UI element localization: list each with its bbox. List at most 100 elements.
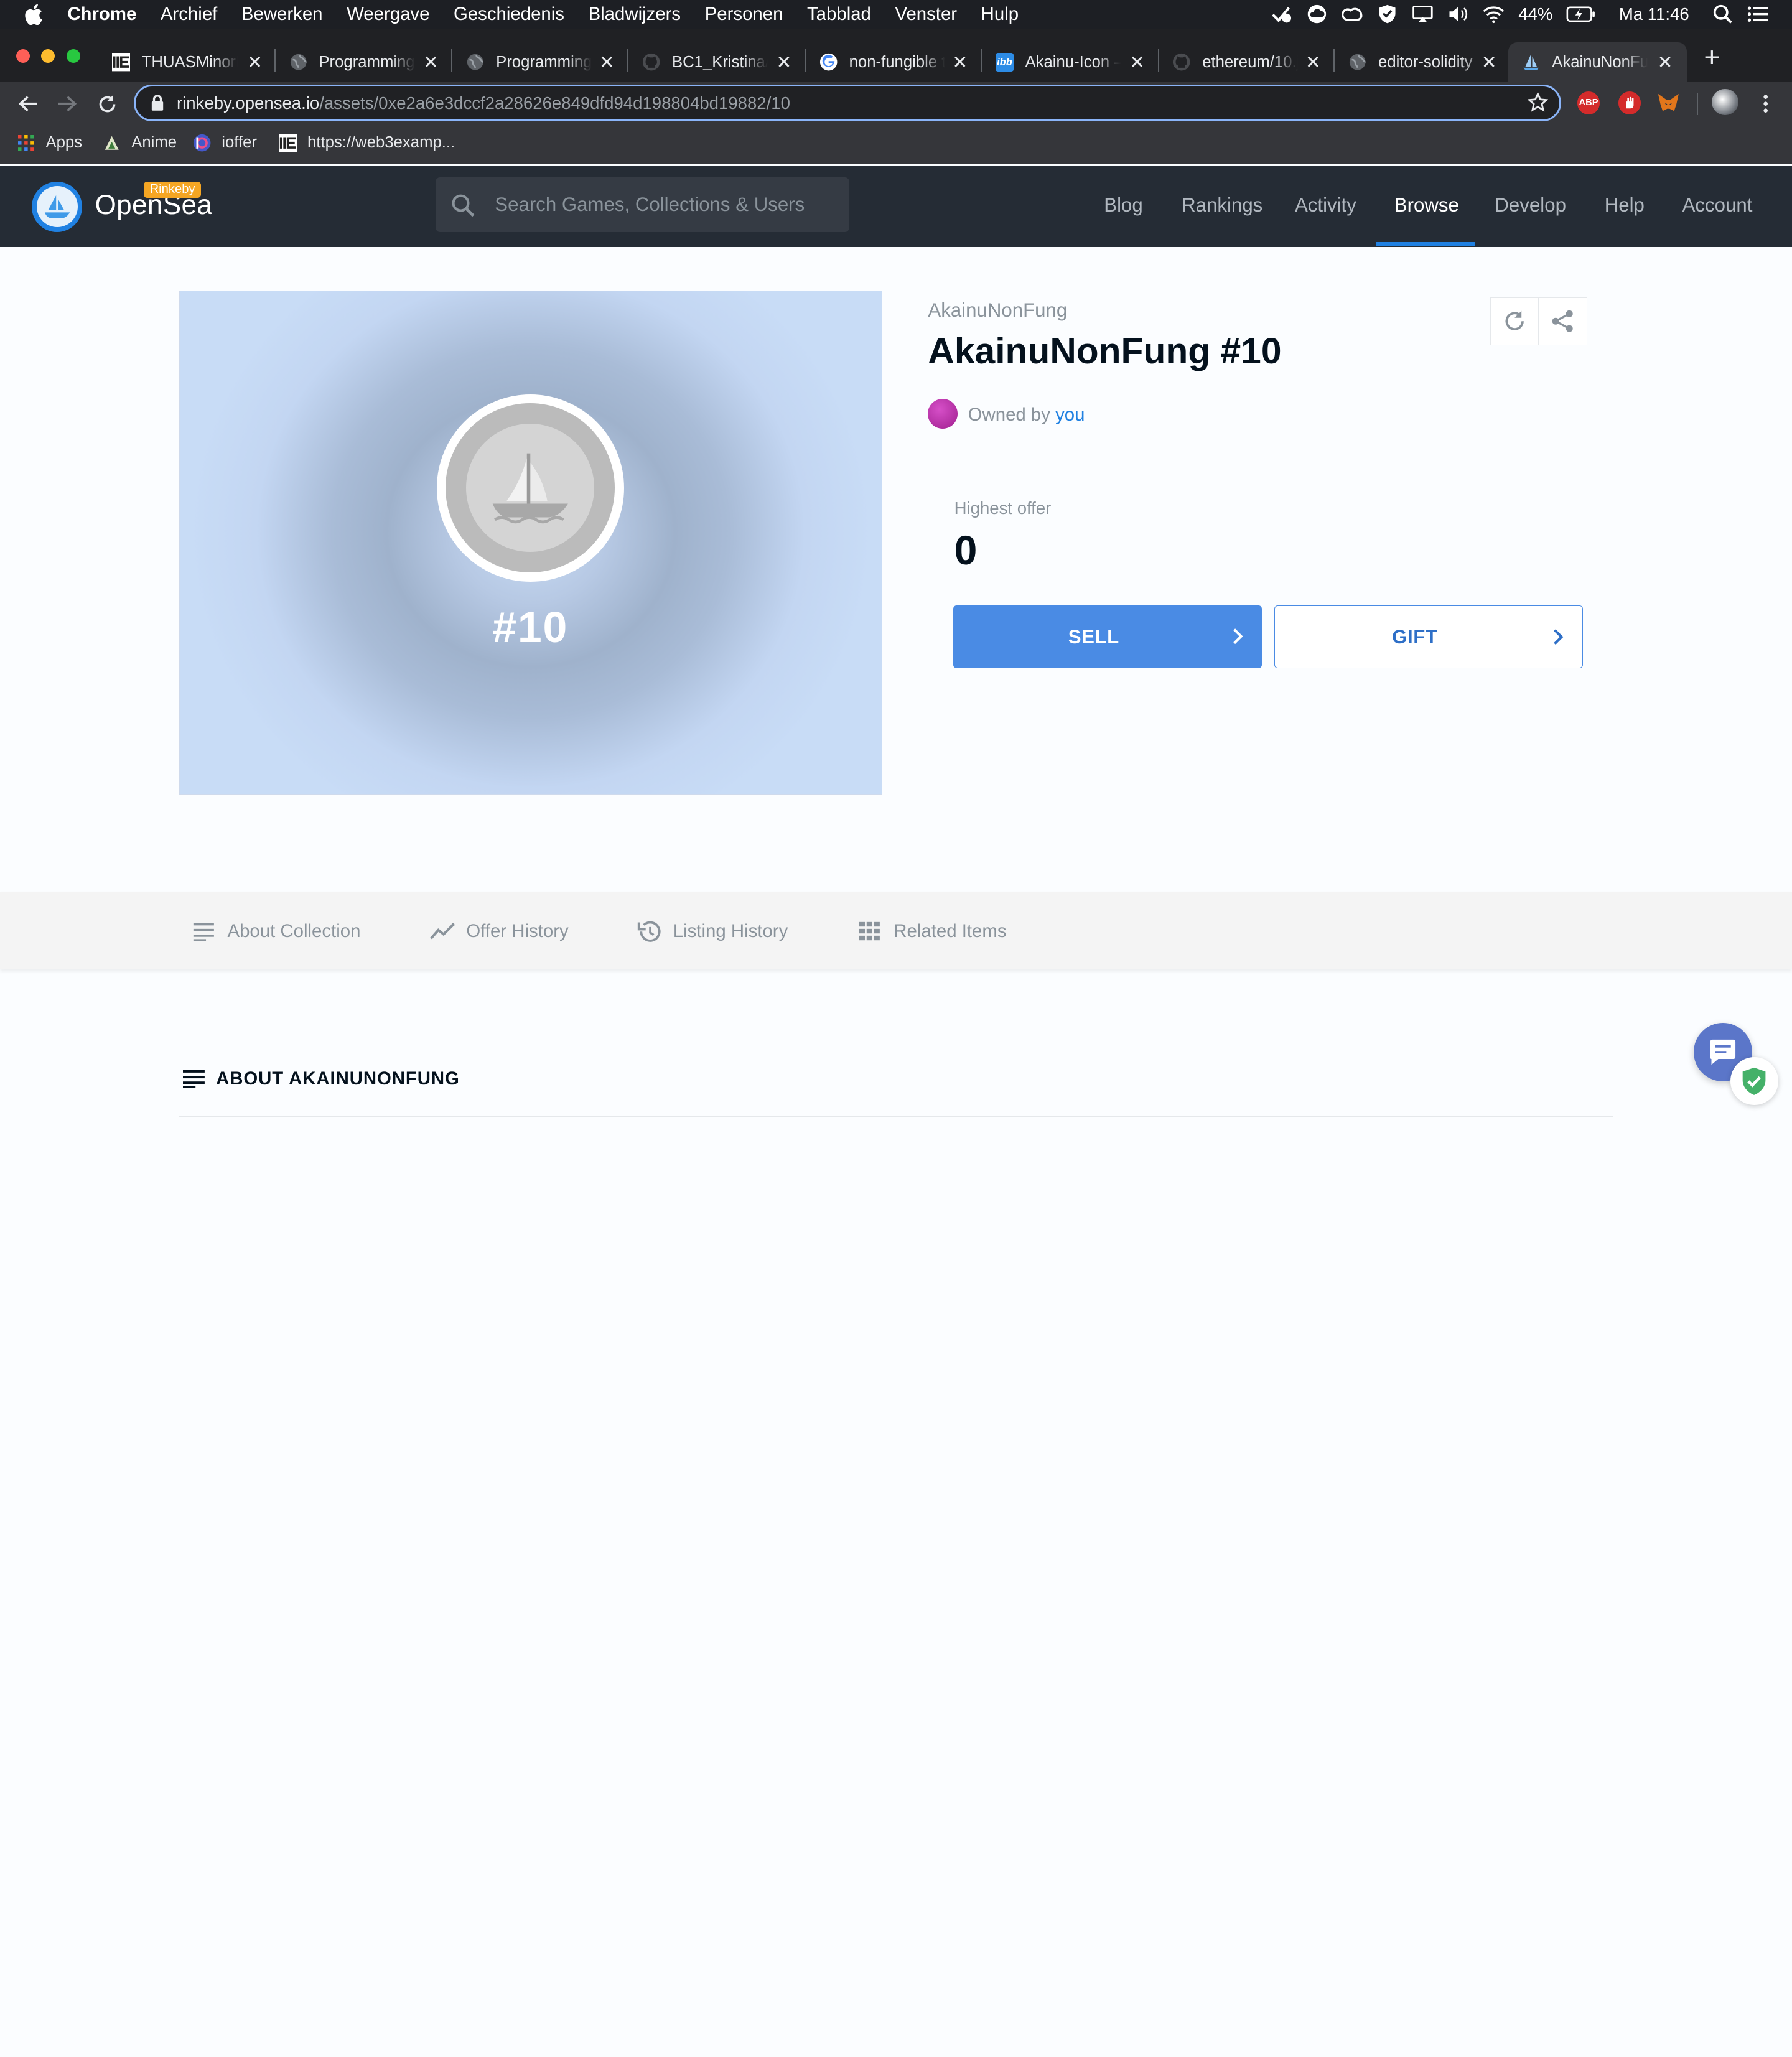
tab-close-icon[interactable]: ✕ bbox=[1657, 52, 1673, 73]
nav-blog[interactable]: Blog bbox=[1104, 194, 1142, 217]
tab-close-icon[interactable]: ✕ bbox=[776, 52, 792, 73]
creative-cloud-icon[interactable] bbox=[1341, 4, 1363, 24]
tab-listing-history[interactable]: Listing History bbox=[637, 919, 788, 944]
stop-hand-extension-icon[interactable] bbox=[1618, 91, 1641, 114]
tab-label: Offer History bbox=[466, 920, 569, 941]
opensea-logo[interactable] bbox=[32, 182, 83, 232]
new-tab-button[interactable]: + bbox=[1701, 44, 1724, 72]
tab-label: THUASMinorBl bbox=[141, 53, 238, 71]
check-cloud-icon[interactable] bbox=[1271, 4, 1292, 24]
volume-icon[interactable] bbox=[1447, 4, 1469, 24]
gift-button[interactable]: GIFT bbox=[1274, 605, 1583, 669]
owner-avatar[interactable] bbox=[928, 399, 958, 429]
status-area: 44% Ma 11:46 bbox=[1271, 0, 1769, 29]
tab-related-items[interactable]: Related Items bbox=[857, 919, 1007, 944]
share-button[interactable] bbox=[1538, 297, 1588, 345]
chevron-right-icon bbox=[1554, 629, 1564, 645]
menu-archief[interactable]: Archief bbox=[161, 4, 217, 25]
nav-browse[interactable]: Browse bbox=[1394, 194, 1459, 217]
spotlight-search-icon[interactable] bbox=[1712, 4, 1734, 24]
bookmark-apps[interactable]: Apps bbox=[17, 133, 82, 153]
nav-help[interactable]: Help bbox=[1605, 194, 1645, 217]
menu-tabblad[interactable]: Tabblad bbox=[807, 4, 871, 25]
menubar-clock[interactable]: Ma 11:46 bbox=[1619, 4, 1689, 24]
tab-close-icon[interactable]: ✕ bbox=[1481, 52, 1497, 73]
url-text[interactable]: rinkeby.opensea.io/assets/0xe2a6e3dccf2a… bbox=[177, 93, 790, 113]
bookmark-star-icon[interactable] bbox=[1526, 91, 1549, 118]
collection-link[interactable]: AkainuNonFung bbox=[928, 299, 1067, 322]
security-shield-button[interactable] bbox=[1730, 1056, 1778, 1106]
nav-rankings[interactable]: Rankings bbox=[1182, 194, 1262, 217]
owner-link[interactable]: you bbox=[1055, 404, 1085, 425]
notification-center-icon[interactable] bbox=[1747, 4, 1769, 24]
menu-bladwijzers[interactable]: Bladwijzers bbox=[589, 4, 681, 25]
menu-geschiedenis[interactable]: Geschiedenis bbox=[454, 4, 564, 25]
globe-icon bbox=[466, 53, 484, 71]
lock-icon[interactable] bbox=[151, 95, 164, 117]
search-input[interactable] bbox=[495, 190, 838, 218]
forward-button[interactable] bbox=[55, 91, 80, 116]
sell-button-label: SELL bbox=[1068, 625, 1119, 648]
menu-weergave[interactable]: Weergave bbox=[347, 4, 429, 25]
macos-menubar: Chrome Archief Bewerken Weergave Geschie… bbox=[0, 0, 1792, 29]
asset-image-number: #10 bbox=[492, 602, 569, 651]
address-bar[interactable]: rinkeby.opensea.io/assets/0xe2a6e3dccf2a… bbox=[133, 84, 1561, 121]
vpn-shield-icon[interactable] bbox=[1377, 4, 1399, 24]
github-icon bbox=[1172, 53, 1190, 71]
browser-tab[interactable]: THUASMinorBl ✕ bbox=[111, 42, 263, 82]
tab-separator bbox=[274, 49, 276, 72]
bookmark-ioffer[interactable]: ioffer bbox=[193, 133, 257, 153]
chrome-menu-icon[interactable] bbox=[1753, 91, 1778, 116]
window-zoom-button[interactable] bbox=[66, 49, 80, 63]
adblock-plus-icon[interactable]: ABP bbox=[1577, 91, 1600, 114]
nav-account[interactable]: Account bbox=[1682, 194, 1753, 217]
tab-close-icon[interactable]: ✕ bbox=[1305, 52, 1322, 73]
tab-close-icon[interactable]: ✕ bbox=[1129, 52, 1146, 73]
tab-separator bbox=[1157, 49, 1159, 72]
browser-tab[interactable]: non-fungible t ✕ bbox=[819, 42, 968, 82]
tab-close-icon[interactable]: ✕ bbox=[247, 52, 263, 73]
url-host: rinkeby.opensea.io bbox=[177, 93, 320, 113]
metamask-fox-icon[interactable] bbox=[1657, 91, 1680, 114]
tab-close-icon[interactable]: ✕ bbox=[599, 52, 615, 73]
cloud-icon[interactable] bbox=[1306, 4, 1328, 24]
nav-develop[interactable]: Develop bbox=[1495, 194, 1566, 217]
refresh-button[interactable] bbox=[1490, 297, 1540, 345]
wifi-icon[interactable] bbox=[1483, 4, 1505, 24]
airplay-icon[interactable] bbox=[1412, 4, 1434, 24]
back-button[interactable] bbox=[15, 91, 40, 116]
browser-tab[interactable]: ibb Akainu-Icon — ✕ bbox=[995, 42, 1146, 82]
battery-icon[interactable] bbox=[1566, 4, 1596, 24]
menu-hulp[interactable]: Hulp bbox=[981, 4, 1019, 25]
network-badge: Rinkeby bbox=[144, 182, 201, 198]
menu-app-name[interactable]: Chrome bbox=[67, 4, 136, 25]
browser-tab[interactable]: ethereum/10.j ✕ bbox=[1172, 42, 1321, 82]
browser-tab[interactable]: BC1_Kristina/D ✕ bbox=[642, 42, 792, 82]
trend-icon bbox=[429, 919, 455, 944]
tab-separator bbox=[451, 49, 453, 72]
window-close-button[interactable] bbox=[16, 49, 30, 63]
menu-bewerken[interactable]: Bewerken bbox=[241, 4, 323, 25]
apps-grid-icon bbox=[17, 134, 35, 152]
browser-tab[interactable]: Programming ✕ bbox=[466, 42, 615, 82]
section-divider bbox=[179, 1115, 1614, 1118]
sell-button[interactable]: SELL bbox=[953, 605, 1262, 669]
bookmark-anime[interactable]: Anime bbox=[103, 133, 177, 153]
profile-avatar[interactable] bbox=[1712, 89, 1738, 116]
window-minimize-button[interactable] bbox=[41, 49, 55, 63]
browser-tab[interactable]: editor-solidity ✕ bbox=[1348, 42, 1497, 82]
tab-offer-history[interactable]: Offer History bbox=[429, 919, 569, 944]
menu-personen[interactable]: Personen bbox=[705, 4, 783, 25]
tab-close-icon[interactable]: ✕ bbox=[423, 52, 439, 73]
tab-about-collection[interactable]: About Collection bbox=[191, 919, 360, 944]
browser-tab-active[interactable]: AkainuNonFun ✕ bbox=[1508, 42, 1687, 83]
toolbar-separator bbox=[1697, 92, 1699, 116]
apple-menu-icon[interactable] bbox=[24, 4, 47, 26]
bookmark-web3example[interactable]: https://web3examp... bbox=[279, 133, 455, 153]
menu-venster[interactable]: Venster bbox=[895, 4, 957, 25]
browser-tab[interactable]: Programming ✕ bbox=[289, 42, 439, 82]
tab-close-icon[interactable]: ✕ bbox=[952, 52, 968, 73]
about-section-header[interactable]: ABOUT AKAINUNONFUNG bbox=[182, 1066, 460, 1091]
nav-activity[interactable]: Activity bbox=[1295, 194, 1356, 217]
reload-button[interactable] bbox=[95, 91, 119, 116]
